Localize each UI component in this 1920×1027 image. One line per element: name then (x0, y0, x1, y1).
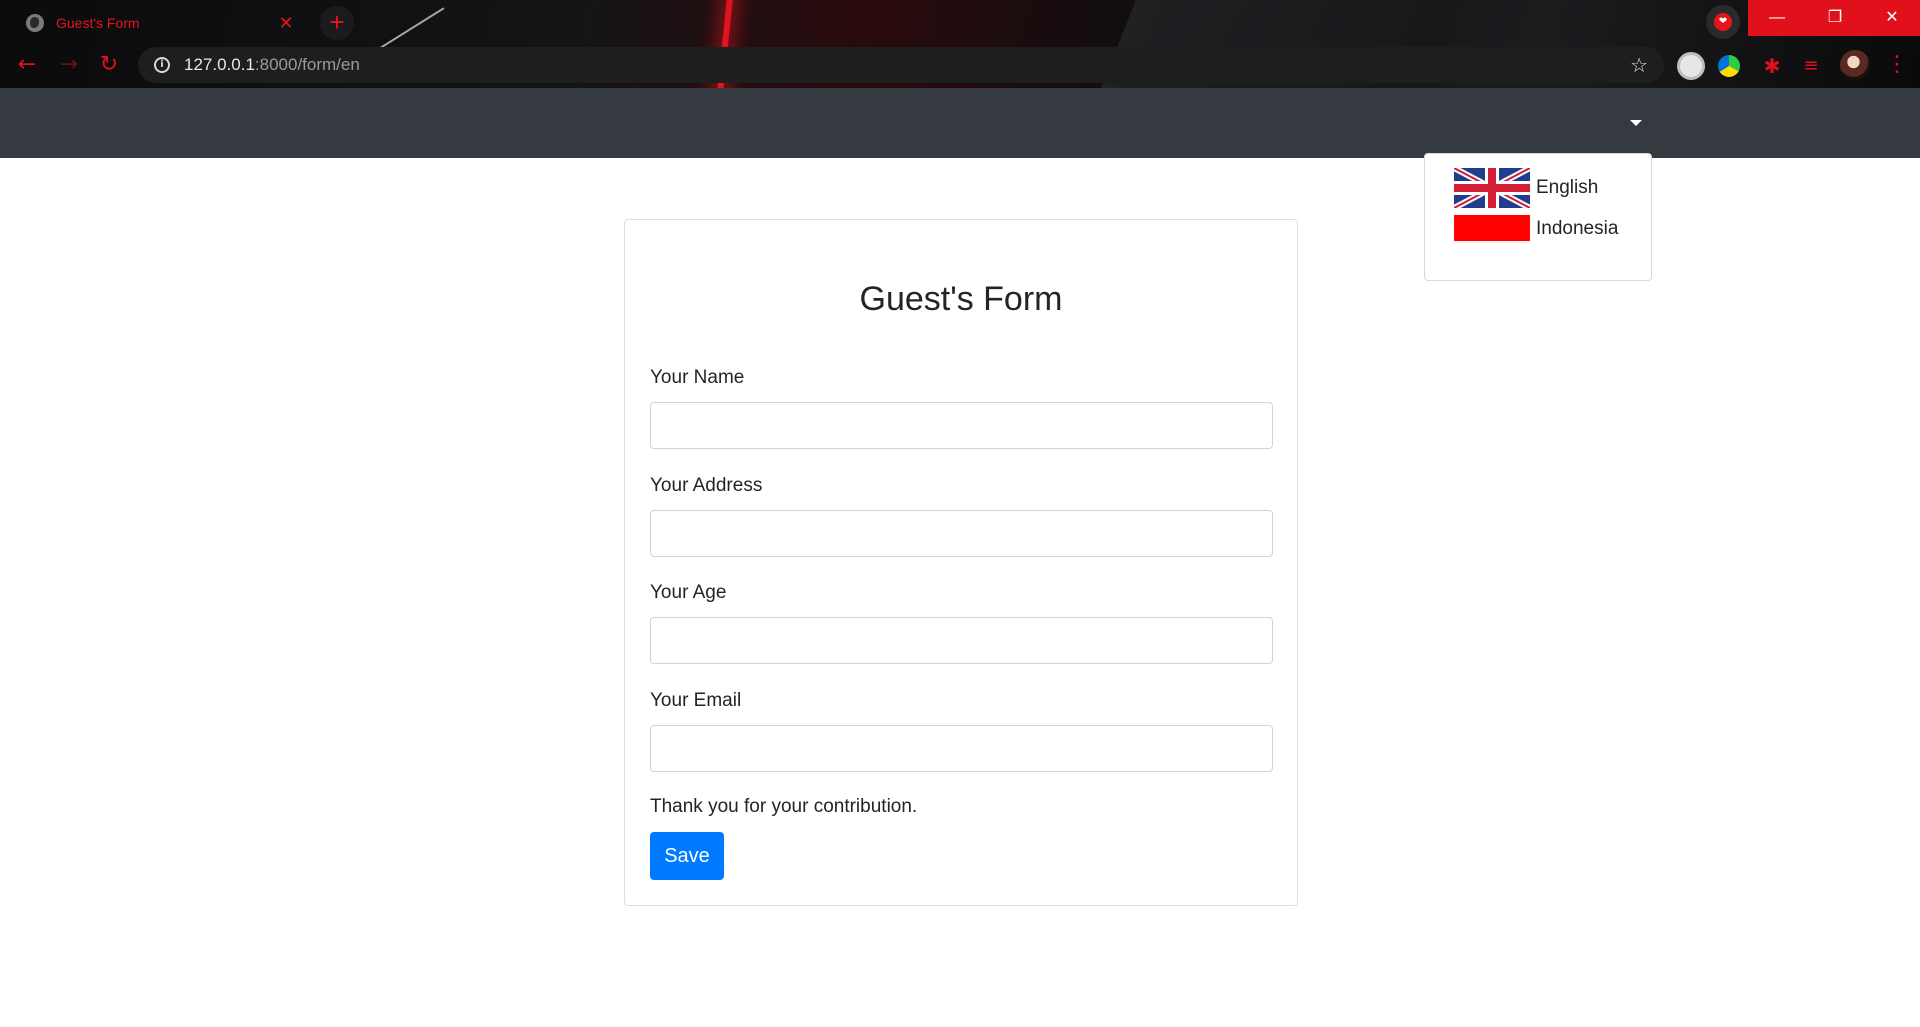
new-tab-button[interactable]: + (320, 6, 354, 40)
email-input[interactable] (650, 725, 1273, 772)
browser-chrome: Guest's Form ✕ + ❤ — ❐ ✕ ← → ↻ i 127.0.0… (0, 0, 1920, 88)
extension-icon[interactable] (1677, 52, 1705, 80)
tab-close-icon[interactable]: ✕ (276, 13, 296, 34)
puzzle-icon[interactable]: ✱ (1758, 52, 1786, 80)
save-button[interactable]: Save (650, 832, 724, 880)
media-control-icon[interactable]: ≡ (1797, 52, 1825, 80)
address-input[interactable] (650, 510, 1273, 557)
forward-arrow-icon[interactable]: → (56, 52, 82, 78)
language-dropdown-menu: English Indonesia (1424, 153, 1652, 281)
name-label: Your Name (650, 367, 745, 388)
minimize-button[interactable]: — (1748, 0, 1806, 36)
info-icon[interactable]: i (154, 57, 170, 73)
browser-tab[interactable]: Guest's Form ✕ (10, 6, 306, 40)
language-option-english[interactable]: English (1454, 168, 1598, 208)
extension-globe-icon[interactable] (1718, 55, 1740, 77)
address-label: Your Address (650, 475, 763, 496)
heart-icon: ❤ (1714, 13, 1732, 31)
address-bar[interactable]: i 127.0.0.1 :8000/form/en ☆ (138, 47, 1664, 83)
url-path: :8000/form/en (254, 55, 360, 74)
reload-icon[interactable]: ↻ (96, 52, 122, 78)
maximize-button[interactable]: ❐ (1806, 0, 1864, 36)
profile-avatar[interactable] (1840, 50, 1870, 80)
extension-badge-button[interactable]: ❤ (1706, 5, 1740, 39)
language-label-english: English (1536, 177, 1599, 198)
thank-you-text: Thank you for your contribution. (650, 796, 918, 817)
age-label: Your Age (650, 582, 727, 603)
language-label-indonesia: Indonesia (1536, 218, 1619, 239)
form-title: Guest's Form (859, 280, 1063, 318)
back-arrow-icon[interactable]: ← (14, 52, 40, 78)
url-host: 127.0.0.1 (184, 55, 255, 74)
close-window-button[interactable]: ✕ (1864, 0, 1920, 36)
age-input[interactable] (650, 617, 1273, 664)
globe-icon (26, 14, 44, 32)
browser-menu-icon[interactable]: ⋮ (1886, 50, 1908, 80)
indonesia-flag-icon (1454, 215, 1530, 243)
language-option-indonesia[interactable]: Indonesia (1454, 215, 1618, 243)
email-label: Your Email (650, 690, 742, 711)
name-input[interactable] (650, 402, 1273, 449)
language-dropdown-caret-icon[interactable] (1630, 120, 1642, 126)
tab-title: Guest's Form (56, 15, 140, 31)
bookmark-star-icon[interactable]: ☆ (1630, 53, 1648, 77)
guest-form-card: Guest's Form Your Name Your Address Your… (624, 219, 1298, 906)
uk-flag-icon (1454, 168, 1530, 208)
